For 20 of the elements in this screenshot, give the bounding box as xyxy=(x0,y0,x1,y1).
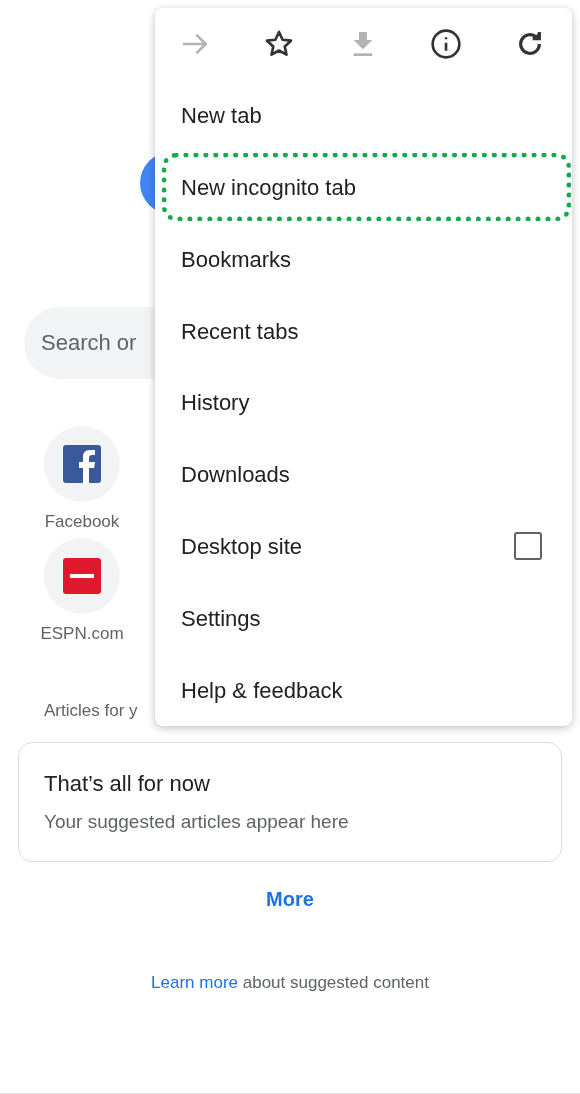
menu-item[interactable]: Help & feedback xyxy=(155,654,572,726)
checkbox[interactable] xyxy=(514,532,542,561)
menu-item[interactable]: Bookmarks xyxy=(155,223,572,296)
card-subtitle: Your suggested articles appear here xyxy=(44,811,350,833)
menu-item[interactable]: History xyxy=(155,367,572,439)
espn-logo-icon xyxy=(63,558,101,594)
shortcut-label: ESPN.com xyxy=(40,624,124,644)
menu-item[interactable]: New tab xyxy=(155,79,572,152)
menu-item[interactable]: Recent tabs xyxy=(155,295,572,367)
facebook-logo-icon xyxy=(63,445,101,483)
shortcut-label: Facebook xyxy=(44,512,120,532)
menu-item[interactable]: Downloads xyxy=(155,438,572,511)
menu-item[interactable]: Settings xyxy=(155,582,572,655)
menu-item[interactable]: Desktop site xyxy=(155,510,572,583)
footer-text: Learn more about suggested content xyxy=(151,972,429,994)
menu-item[interactable]: New incognito tab xyxy=(155,151,572,224)
card-title: That’s all for now xyxy=(44,771,211,797)
learn-more-link[interactable]: Learn more xyxy=(151,973,238,992)
section-heading: Articles for y xyxy=(44,700,138,722)
more-button[interactable]: More xyxy=(258,880,322,918)
